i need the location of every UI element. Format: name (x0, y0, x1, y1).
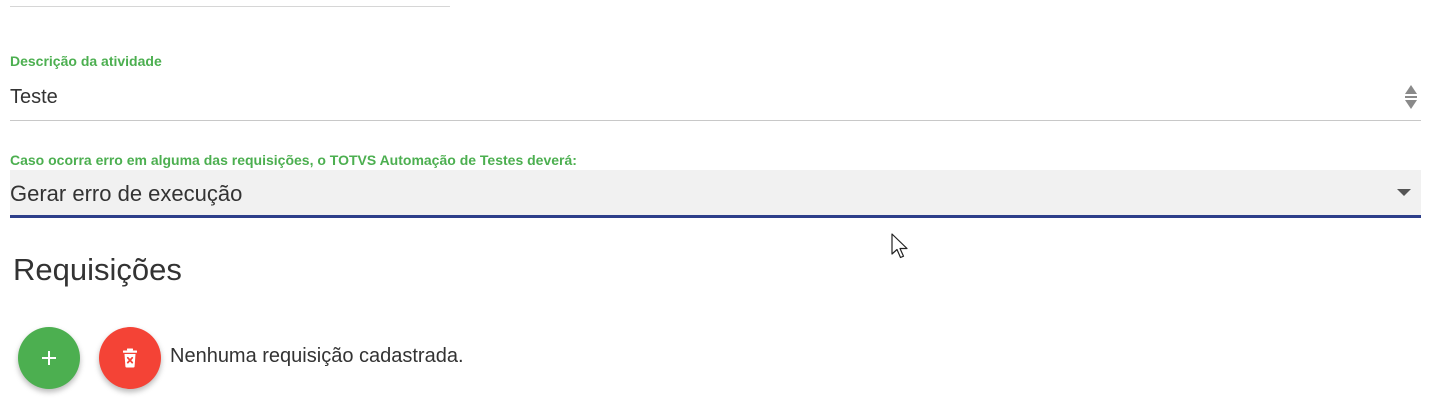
description-label: Descrição da atividade (10, 53, 162, 69)
empty-requests-message: Nenhuma requisição cadastrada. (170, 345, 464, 367)
plus-icon (42, 351, 56, 365)
description-value[interactable]: Teste (10, 86, 58, 109)
chevron-down-icon[interactable] (1397, 189, 1411, 196)
description-textarea[interactable]: Teste (10, 80, 1421, 121)
trash-icon (123, 348, 137, 368)
add-request-button[interactable] (18, 327, 80, 389)
error-behavior-select[interactable]: Gerar erro de execução (10, 170, 1421, 218)
error-behavior-selected-value: Gerar erro de execução (10, 181, 243, 206)
requests-section-title: Requisições (13, 252, 182, 287)
textarea-resize-icon[interactable] (1404, 84, 1418, 110)
delete-requests-button[interactable] (99, 327, 161, 389)
previous-field-underline (10, 6, 450, 7)
error-behavior-label: Caso ocorra erro em alguma das requisiçõ… (10, 152, 577, 168)
mouse-pointer-icon (891, 233, 908, 259)
